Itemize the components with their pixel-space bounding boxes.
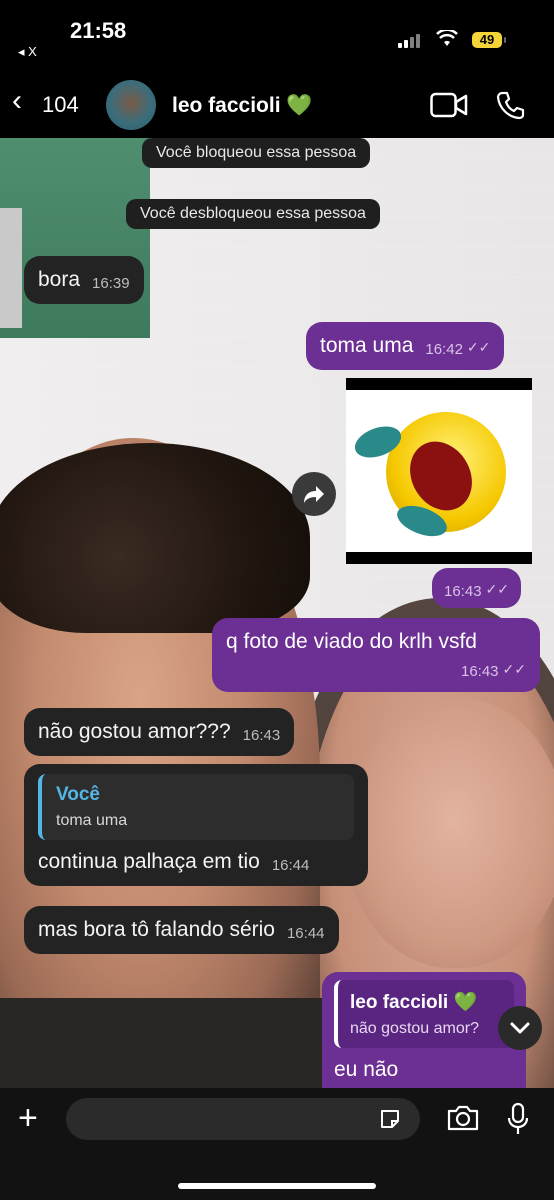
message-outgoing[interactable]: toma uma 16:42 ✓✓ [306,322,505,370]
message-time: 16:42 [425,341,463,358]
battery-indicator: 49 [472,32,506,48]
back-to-app-link[interactable]: ◂ X [18,44,37,60]
quoted-author: Você [56,784,101,805]
green-heart-emoji: 💚 [453,992,478,1013]
wallpaper-green-wall [0,138,150,338]
chat-header: ‹ 104 leo faccioli 💚 [0,70,554,138]
home-indicator [178,1183,376,1189]
message-time: 16:39 [92,275,130,292]
phone-icon[interactable] [496,90,526,120]
back-unread-count[interactable]: 104 [42,92,79,118]
message-time: 16:44 [271,857,310,874]
message-time: 16:43 [460,663,499,680]
message-text: q foto de viado do krlh vsfd [226,630,477,653]
chevron-down-icon[interactable] [498,1006,542,1050]
plus-icon[interactable]: + [18,1098,38,1138]
sticker-icon[interactable] [378,1107,402,1131]
read-receipt-icon: ✓✓ [466,339,491,355]
quoted-message[interactable]: Você toma uma [38,774,354,840]
message-time: 16:44 [286,925,325,942]
quoted-message[interactable]: leo faccioli 💚 não gostou amor? [334,980,514,1048]
quoted-author: leo faccioli 💚 [350,990,502,1014]
wallpaper-hair-left [0,443,310,633]
message-input[interactable] [66,1098,420,1140]
sticker-image[interactable] [346,378,532,564]
quoted-text: toma uma [56,812,128,829]
contact-name-text: leo faccioli [172,94,281,117]
contact-name[interactable]: leo faccioli 💚 [172,94,313,118]
quoted-author-name: leo faccioli [350,992,449,1013]
wifi-icon [436,28,458,53]
message-incoming[interactable]: não gostou amor??? 16:43 [24,708,295,756]
message-time: 16:43 [242,727,281,744]
signal-icon [398,32,424,48]
wallpaper-face-right [345,698,554,968]
sticker-top-bar [346,378,532,390]
avatar[interactable] [106,80,156,130]
sticker-bottom-bar [346,552,532,564]
message-text: toma uma [320,334,414,357]
system-message-blocked: Você bloqueou essa pessoa [142,138,371,168]
read-receipt-icon: ✓✓ [485,581,510,597]
status-bar: 21:58 ◂ X 49 [0,0,554,70]
read-receipt-icon: ✓✓ [502,661,526,677]
message-text: continua palhaça em tio [38,850,260,873]
green-heart-emoji: 💚 [286,94,313,117]
message-incoming[interactable]: mas bora tô falando sério 16:44 [24,906,339,954]
system-message-unblocked: Você desbloqueou essa pessoa [126,199,380,229]
message-incoming-reply[interactable]: Você toma uma continua palhaça em tio 16:… [24,764,368,886]
message-text: não gostou amor??? [38,720,231,743]
message-outgoing-timestamp[interactable]: 16:43 ✓✓ [432,568,522,608]
message-text: mas bora tô falando sério [38,918,275,941]
wallpaper-shirt [0,998,340,1088]
message-outgoing[interactable]: q foto de viado do krlh vsfd 16:43 ✓✓ [212,618,540,692]
message-incoming[interactable]: bora 16:39 [24,256,144,304]
camera-icon[interactable] [446,1104,480,1132]
message-time: 16:43 [444,583,482,600]
message-text: bora [38,268,81,291]
chevron-left-icon[interactable]: ‹ [12,86,22,116]
video-camera-icon[interactable] [430,92,468,118]
composer-bar: + [0,1088,554,1200]
forward-icon[interactable] [292,472,336,516]
quoted-text: não gostou amor? [350,1020,479,1037]
message-text: eu não [334,1058,399,1081]
status-time: 21:58 [70,18,127,43]
microphone-icon[interactable] [506,1102,530,1136]
